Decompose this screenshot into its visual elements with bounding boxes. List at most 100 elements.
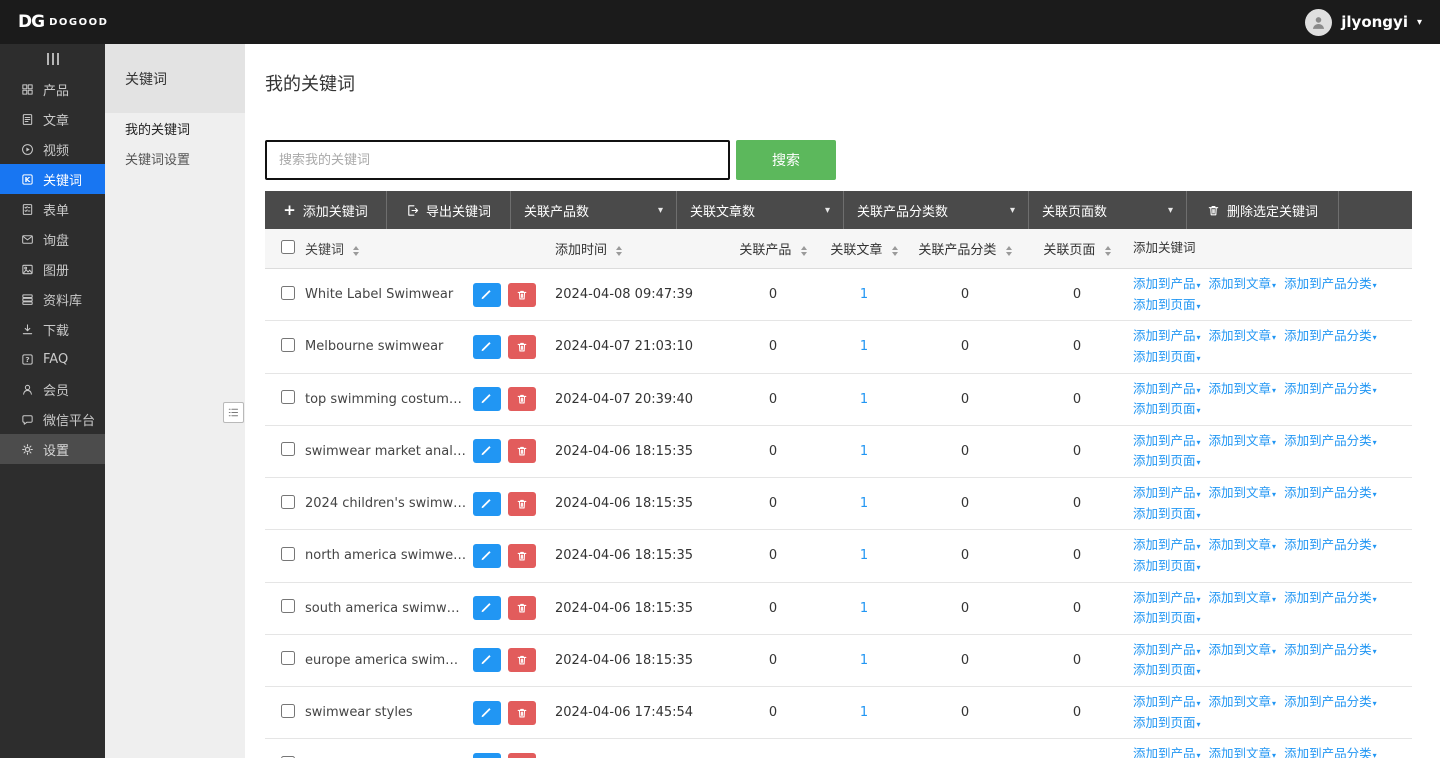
- add-to-article-link[interactable]: 添加到文章▾: [1209, 537, 1277, 552]
- related-articles-count[interactable]: 1: [819, 653, 909, 668]
- add-to-category-link[interactable]: 添加到产品分类▾: [1284, 276, 1377, 291]
- related-articles-count[interactable]: 1: [819, 548, 909, 563]
- related-pages-count-dropdown[interactable]: 关联页面数 ▾: [1029, 191, 1187, 229]
- search-button[interactable]: 搜索: [736, 140, 836, 180]
- related-articles-count[interactable]: 1: [819, 705, 909, 720]
- related-articles-count[interactable]: 1: [819, 496, 909, 511]
- add-to-product-link[interactable]: 添加到产品▾: [1133, 381, 1201, 396]
- add-to-article-link[interactable]: 添加到文章▾: [1209, 485, 1277, 500]
- delete-button[interactable]: [508, 648, 536, 672]
- add-to-category-link[interactable]: 添加到产品分类▾: [1284, 328, 1377, 343]
- sort-icon[interactable]: [353, 246, 359, 256]
- edit-button[interactable]: [473, 283, 501, 307]
- add-to-category-link[interactable]: 添加到产品分类▾: [1284, 746, 1377, 758]
- add-to-page-link[interactable]: 添加到页面▾: [1133, 349, 1201, 364]
- add-to-article-link[interactable]: 添加到文章▾: [1209, 590, 1277, 605]
- add-to-page-link[interactable]: 添加到页面▾: [1133, 453, 1201, 468]
- sidebar-item-wechat[interactable]: 微信平台: [0, 404, 105, 434]
- add-to-product-link[interactable]: 添加到产品▾: [1133, 276, 1201, 291]
- edit-button[interactable]: [473, 596, 501, 620]
- delete-button[interactable]: [508, 335, 536, 359]
- add-to-article-link[interactable]: 添加到文章▾: [1209, 381, 1277, 396]
- row-checkbox[interactable]: [281, 704, 295, 718]
- related-articles-count[interactable]: 1: [819, 601, 909, 616]
- add-to-page-link[interactable]: 添加到页面▾: [1133, 610, 1201, 625]
- sidebar-item-faq[interactable]: ? FAQ: [0, 344, 105, 374]
- delete-button[interactable]: [508, 387, 536, 411]
- sidebar-item-albums[interactable]: 图册: [0, 254, 105, 284]
- export-keywords-button[interactable]: 导出关键词: [387, 191, 511, 229]
- delete-button[interactable]: [508, 701, 536, 725]
- related-categories-count-dropdown[interactable]: 关联产品分类数 ▾: [844, 191, 1029, 229]
- related-articles-count-dropdown[interactable]: 关联文章数 ▾: [677, 191, 844, 229]
- add-to-product-link[interactable]: 添加到产品▾: [1133, 537, 1201, 552]
- add-to-category-link[interactable]: 添加到产品分类▾: [1284, 381, 1377, 396]
- sidebar-item-downloads[interactable]: 下载: [0, 314, 105, 344]
- sidebar-item-products[interactable]: 产品: [0, 74, 105, 104]
- logo[interactable]: DG DOGOOD: [18, 12, 108, 32]
- row-checkbox[interactable]: [281, 495, 295, 509]
- add-to-category-link[interactable]: 添加到产品分类▾: [1284, 433, 1377, 448]
- add-to-category-link[interactable]: 添加到产品分类▾: [1284, 590, 1377, 605]
- delete-button[interactable]: [508, 283, 536, 307]
- add-to-product-link[interactable]: 添加到产品▾: [1133, 433, 1201, 448]
- add-to-page-link[interactable]: 添加到页面▾: [1133, 401, 1201, 416]
- sort-icon[interactable]: [892, 246, 898, 256]
- related-articles-count[interactable]: 1: [819, 444, 909, 459]
- edit-button[interactable]: [473, 335, 501, 359]
- sort-icon[interactable]: [801, 246, 807, 256]
- delete-button[interactable]: [508, 753, 536, 758]
- sidebar-item-library[interactable]: 资料库: [0, 284, 105, 314]
- edit-button[interactable]: [473, 701, 501, 725]
- row-checkbox[interactable]: [281, 390, 295, 404]
- sidebar-item-inquiries[interactable]: 询盘: [0, 224, 105, 254]
- add-to-article-link[interactable]: 添加到文章▾: [1209, 694, 1277, 709]
- row-checkbox[interactable]: [281, 547, 295, 561]
- related-articles-count[interactable]: 1: [819, 392, 909, 407]
- add-to-category-link[interactable]: 添加到产品分类▾: [1284, 485, 1377, 500]
- sidebar-item-members[interactable]: 会员: [0, 374, 105, 404]
- user-menu[interactable]: jlyongyi ▾: [1305, 9, 1422, 36]
- delete-button[interactable]: [508, 596, 536, 620]
- submenu-item-keyword-settings[interactable]: 关键词设置: [105, 143, 245, 173]
- submenu-item-my-keywords[interactable]: 我的关键词: [105, 113, 245, 143]
- add-to-product-link[interactable]: 添加到产品▾: [1133, 590, 1201, 605]
- edit-button[interactable]: [473, 648, 501, 672]
- related-products-count-dropdown[interactable]: 关联产品数 ▾: [511, 191, 677, 229]
- sidebar-collapse-button[interactable]: [0, 44, 105, 74]
- sidebar-item-settings[interactable]: 设置: [0, 434, 105, 464]
- add-to-article-link[interactable]: 添加到文章▾: [1209, 328, 1277, 343]
- add-to-page-link[interactable]: 添加到页面▾: [1133, 558, 1201, 573]
- collapse-panel-button[interactable]: [223, 402, 244, 423]
- add-to-article-link[interactable]: 添加到文章▾: [1209, 433, 1277, 448]
- sidebar-item-keywords[interactable]: K 关键词: [0, 164, 105, 194]
- add-to-product-link[interactable]: 添加到产品▾: [1133, 328, 1201, 343]
- sidebar-item-forms[interactable]: 表单: [0, 194, 105, 224]
- sidebar-item-videos[interactable]: 视频: [0, 134, 105, 164]
- delete-button[interactable]: [508, 439, 536, 463]
- edit-button[interactable]: [473, 492, 501, 516]
- edit-button[interactable]: [473, 387, 501, 411]
- row-checkbox[interactable]: [281, 442, 295, 456]
- related-articles-count[interactable]: 1: [819, 339, 909, 354]
- add-to-category-link[interactable]: 添加到产品分类▾: [1284, 642, 1377, 657]
- add-to-category-link[interactable]: 添加到产品分类▾: [1284, 537, 1377, 552]
- sidebar-item-articles[interactable]: 文章: [0, 104, 105, 134]
- delete-button[interactable]: [508, 492, 536, 516]
- add-to-page-link[interactable]: 添加到页面▾: [1133, 715, 1201, 730]
- delete-selected-keywords-button[interactable]: 删除选定关键词: [1187, 191, 1339, 229]
- row-checkbox[interactable]: [281, 599, 295, 613]
- related-articles-count[interactable]: 1: [819, 287, 909, 302]
- row-checkbox[interactable]: [281, 651, 295, 665]
- add-keyword-button[interactable]: + 添加关键词: [265, 191, 387, 229]
- edit-button[interactable]: [473, 439, 501, 463]
- add-to-product-link[interactable]: 添加到产品▾: [1133, 746, 1201, 758]
- search-input[interactable]: [265, 140, 730, 180]
- add-to-product-link[interactable]: 添加到产品▾: [1133, 642, 1201, 657]
- row-checkbox[interactable]: [281, 286, 295, 300]
- add-to-article-link[interactable]: 添加到文章▾: [1209, 746, 1277, 758]
- add-to-page-link[interactable]: 添加到页面▾: [1133, 297, 1201, 312]
- add-to-page-link[interactable]: 添加到页面▾: [1133, 662, 1201, 677]
- row-checkbox[interactable]: [281, 338, 295, 352]
- sort-icon[interactable]: [1105, 246, 1111, 256]
